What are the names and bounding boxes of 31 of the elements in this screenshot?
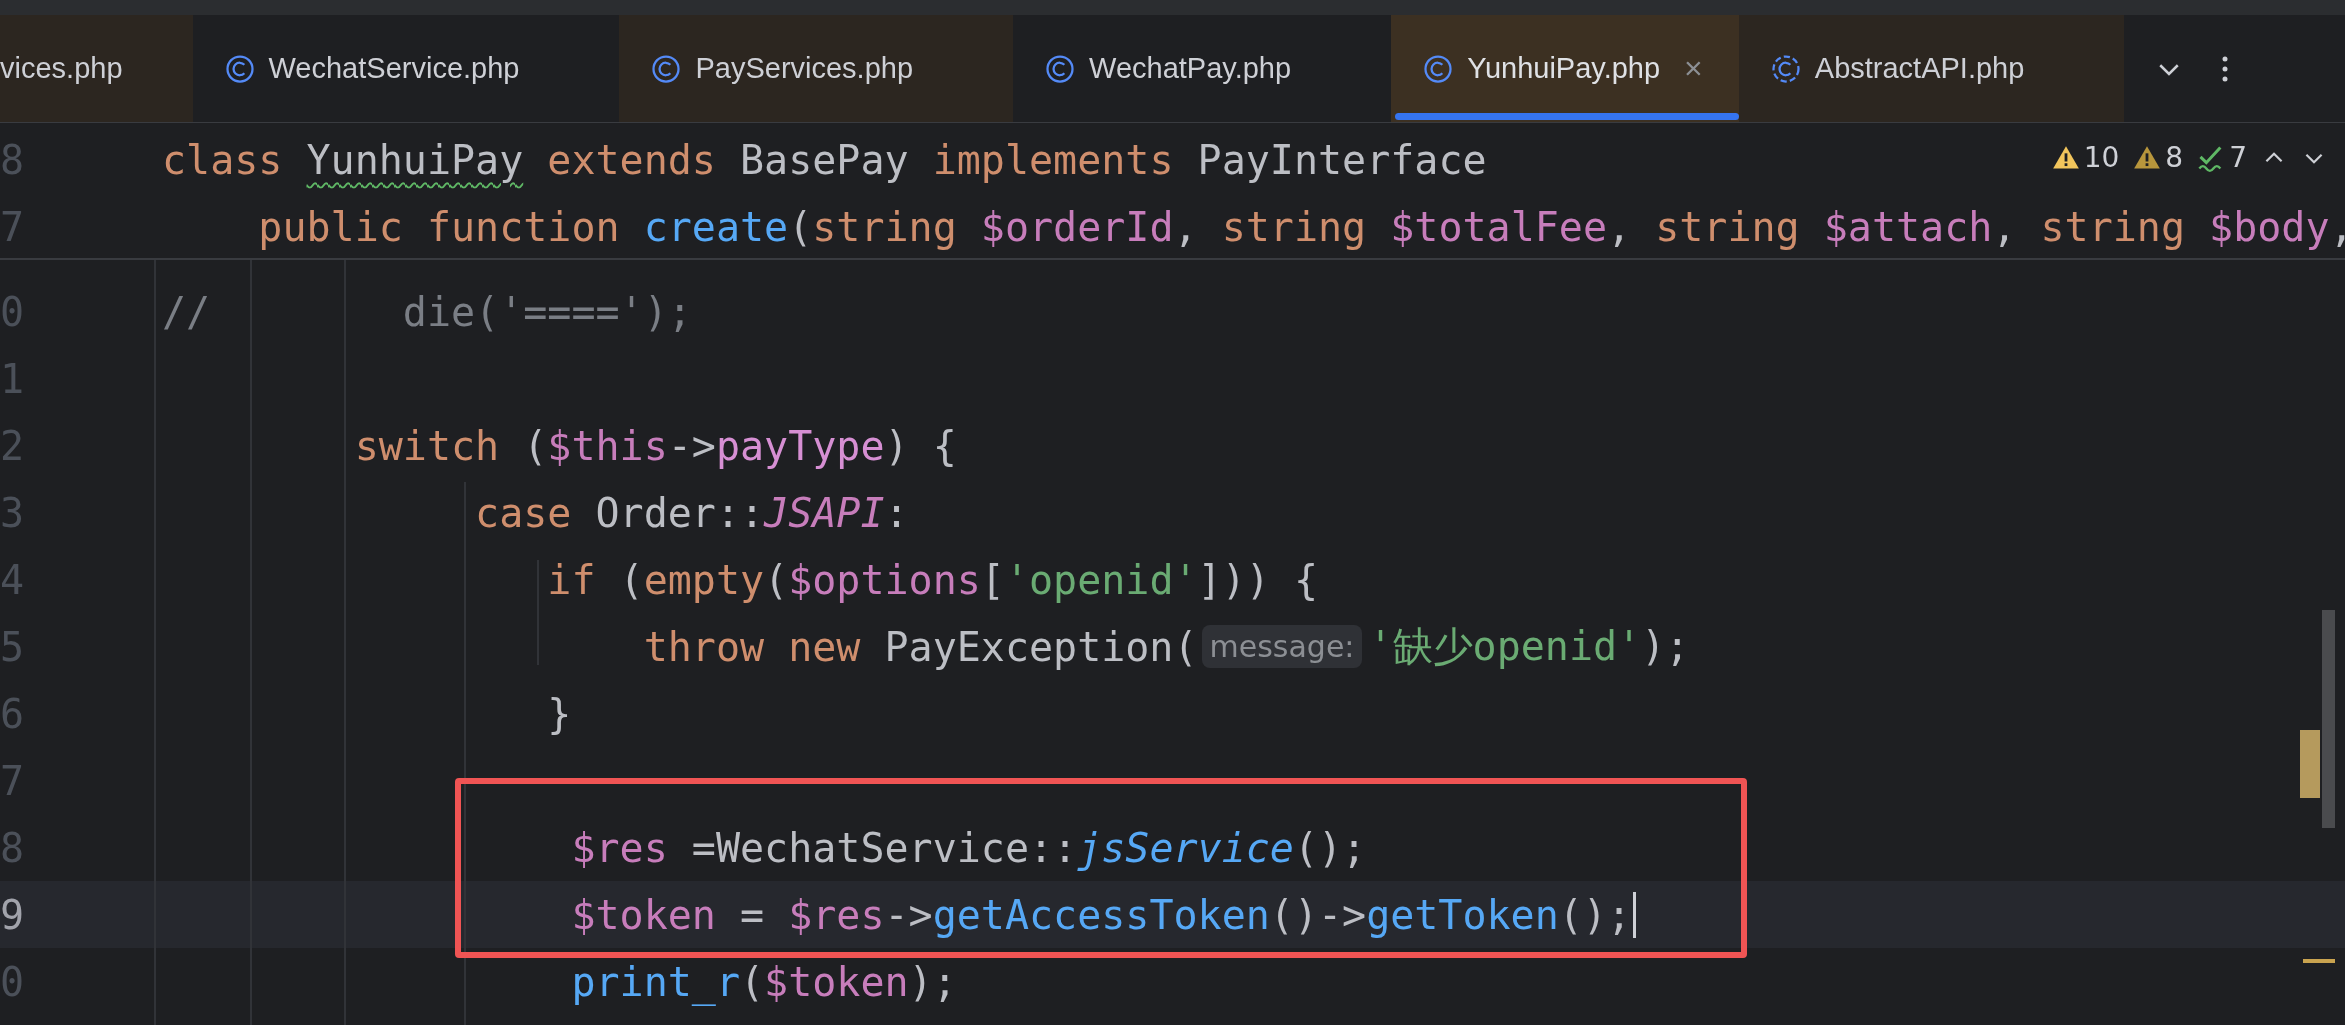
code-text: $token = $res->getAccessToken()->getToken();	[570, 891, 1632, 938]
class-icon	[1423, 53, 1454, 84]
code-text: // die('====');	[162, 288, 692, 335]
line-number: 9	[0, 891, 24, 938]
text-cursor	[1633, 891, 1637, 938]
code-text: case Order::JSAPI:	[474, 489, 909, 536]
class-icon	[224, 53, 255, 84]
code-text: '缺少openid');	[1368, 622, 1690, 671]
code-text: throw new PayException(	[642, 623, 1198, 670]
inspection-count: 8	[2165, 141, 2184, 174]
file-tab[interactable]: AbstractAPI.php	[1738, 15, 2125, 122]
file-tab[interactable]: PayServices.php	[619, 15, 1014, 122]
close-tab-button[interactable]: ×	[1684, 50, 1703, 87]
code-text: if (empty($options['openid'])) {	[546, 556, 1318, 603]
abstract-class-icon	[1770, 53, 1801, 84]
file-tab[interactable]: WechatPay.php	[1013, 15, 1392, 122]
code-text: $res =WechatService::jsService();	[570, 824, 1367, 871]
code-text: switch ($this->payType) {	[353, 422, 957, 469]
class-icon	[651, 53, 682, 84]
file-tab[interactable]: WechatService.php	[192, 15, 620, 122]
file-tab[interactable]: vices.php	[0, 15, 193, 122]
code-text: }	[546, 690, 572, 737]
file-tab[interactable]: YunhuiPay.php ×	[1391, 15, 1739, 122]
code-text: class YunhuiPay extends BasePay implements PayInterface	[162, 136, 1487, 183]
code-text: print_r($token);	[570, 958, 957, 1005]
inspection-count: 7	[2229, 141, 2247, 174]
scrollbar-thumb[interactable]	[2322, 610, 2335, 828]
inspection-count: 10	[2083, 141, 2120, 174]
code-text: public function create(string $orderId, string $totalFee, string $attach, string $body,	[257, 203, 2345, 250]
parameter-hint: message:	[1201, 625, 1363, 668]
class-icon	[1045, 53, 1076, 84]
